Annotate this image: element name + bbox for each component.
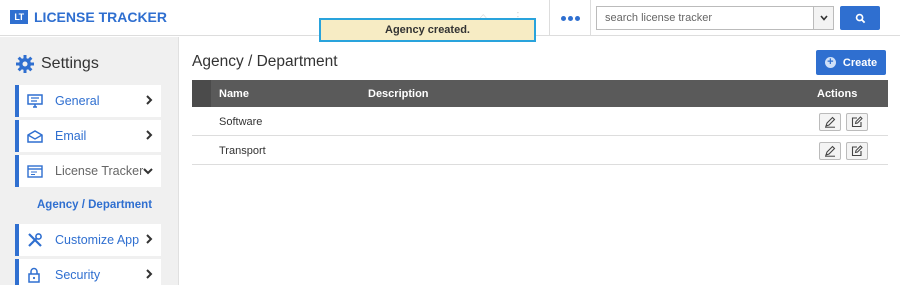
- chevron-right-icon: [146, 130, 153, 140]
- plus-circle-icon: +: [824, 57, 836, 68]
- pencil-icon: [825, 145, 836, 157]
- dot-icon: [567, 15, 573, 21]
- search-input[interactable]: [597, 7, 813, 29]
- more-options-button[interactable]: [549, 0, 591, 36]
- chevron-down-icon: [143, 168, 153, 175]
- dot-icon: [560, 15, 566, 21]
- quick-edit-button[interactable]: [846, 113, 868, 131]
- row-name: Transport: [219, 145, 266, 157]
- sidebar-item-label: General: [55, 94, 100, 108]
- quick-edit-button[interactable]: [846, 142, 868, 160]
- search-scope-dropdown[interactable]: [813, 7, 833, 29]
- grid-header: Name Description Actions: [192, 80, 888, 107]
- settings-sidebar: Settings General Email License Tracker A…: [0, 37, 179, 285]
- envelope-icon: [27, 129, 45, 143]
- sidebar-subitem-agency-department[interactable]: Agency / Department: [37, 199, 152, 211]
- create-button-label: Create: [842, 56, 878, 69]
- tools-icon: [27, 232, 45, 248]
- edit-box-icon: [851, 145, 863, 157]
- search-button[interactable]: [840, 6, 880, 30]
- lock-icon: [27, 267, 45, 283]
- table-row[interactable]: Transport: [192, 136, 888, 165]
- search-box: [596, 6, 834, 30]
- sidebar-item-general[interactable]: General: [15, 85, 161, 117]
- search-icon: [855, 13, 865, 23]
- chevron-right-icon: [146, 95, 153, 105]
- agency-grid: Name Description Actions Software Transp…: [192, 80, 888, 165]
- pencil-icon: [825, 116, 836, 128]
- chevron-right-icon: [146, 269, 153, 279]
- page-title: Agency / Department: [192, 53, 338, 70]
- sidebar-item-label: License Tracker: [55, 164, 144, 178]
- sidebar-item-label: Customize App: [55, 233, 140, 247]
- chevron-right-icon: [146, 234, 153, 244]
- sidebar-item-email[interactable]: Email: [15, 120, 161, 152]
- column-header-name[interactable]: Name: [219, 88, 249, 100]
- create-button[interactable]: + Create: [816, 50, 886, 75]
- monitor-icon: [27, 94, 45, 108]
- table-row[interactable]: Software: [192, 107, 888, 136]
- window-icon: [27, 164, 45, 178]
- sidebar-header: Settings: [15, 54, 99, 74]
- column-header-actions: Actions: [817, 88, 858, 100]
- select-column-header[interactable]: [192, 80, 211, 107]
- sidebar-title: Settings: [41, 55, 99, 72]
- logo-badge: LT: [10, 10, 28, 24]
- app-logo[interactable]: LT LICENSE TRACKER: [10, 9, 167, 25]
- sidebar-item-security[interactable]: Security: [15, 259, 161, 285]
- sidebar-item-customize-app[interactable]: Customize App: [15, 224, 161, 256]
- row-name: Software: [219, 116, 263, 128]
- dot-icon: [574, 15, 580, 21]
- sidebar-item-label: Email: [55, 129, 87, 143]
- sidebar-item-label: Security: [55, 268, 101, 282]
- gear-icon: [16, 55, 34, 73]
- toast-notification: Agency created.: [319, 18, 536, 42]
- app-title: LICENSE TRACKER: [34, 9, 168, 25]
- edit-button[interactable]: [819, 142, 841, 160]
- column-header-description[interactable]: Description: [368, 88, 429, 100]
- chevron-down-icon: [819, 15, 828, 21]
- sidebar-item-license-tracker[interactable]: License Tracker: [15, 155, 161, 187]
- edit-box-icon: [851, 116, 863, 128]
- edit-button[interactable]: [819, 113, 841, 131]
